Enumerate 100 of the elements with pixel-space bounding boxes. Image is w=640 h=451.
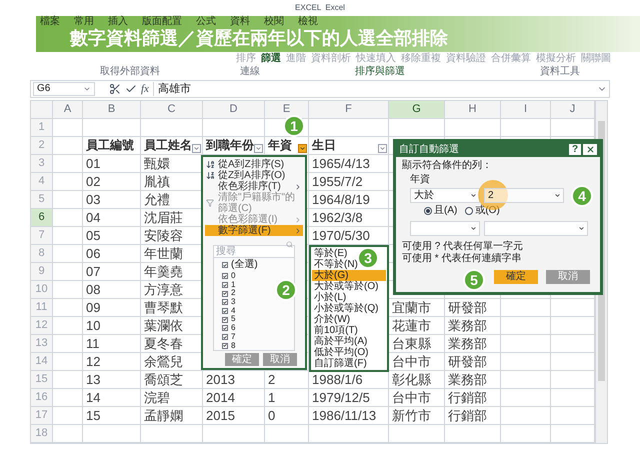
submenu-item[interactable]: 低於平均(O) <box>312 347 370 358</box>
ribbon-command[interactable]: 模擬分析 <box>536 53 576 65</box>
field-label: 年資 <box>409 174 431 186</box>
ribbon-command[interactable]: 排序 <box>236 53 256 65</box>
table-cell: 孟靜嫻 <box>144 407 183 424</box>
ribbon-group-label: 取得外部資料 <box>99 66 161 78</box>
hint-text: 可使用 * 代表任何連續字串 <box>402 253 522 265</box>
menu-button[interactable]: 取消 <box>263 353 297 366</box>
formula-field[interactable]: 高雄市 <box>152 82 607 96</box>
filter-dropdown-button[interactable] <box>378 144 387 153</box>
table-cell: 胤禛 <box>144 173 170 190</box>
dialog-button[interactable]: 取消 <box>546 270 590 284</box>
enter-icon[interactable] <box>125 83 137 95</box>
column-header[interactable]: B <box>83 101 141 118</box>
ribbon-command[interactable]: 合併彙算 <box>491 53 531 65</box>
submenu-item[interactable]: 前10項(T) <box>312 325 360 336</box>
value-checkbox[interactable]: 7 <box>222 332 236 342</box>
help-button[interactable]: ? <box>569 144 581 155</box>
insert-function-button[interactable]: fx <box>141 80 149 98</box>
ribbon-tab[interactable]: 校閱 <box>264 16 284 28</box>
dialog-button[interactable]: 確定 <box>494 270 538 284</box>
filter-dropdown-button[interactable] <box>254 144 263 153</box>
ribbon-tab[interactable]: 檢視 <box>298 16 318 28</box>
name-box[interactable]: G6 <box>33 82 95 96</box>
table-cell: 15 <box>86 407 100 424</box>
value-checkbox[interactable]: 2 <box>222 289 236 298</box>
dialog-prompt: 顯示符合條件的列： <box>402 160 493 172</box>
submenu-item[interactable]: 小於或等於(Q) <box>312 303 380 314</box>
menu-item[interactable]: 從A到Z排序(S) <box>205 159 303 170</box>
submenu-item[interactable]: 等於(E) <box>312 248 350 259</box>
ribbon-tab[interactable]: 版面配置 <box>142 16 182 28</box>
submenu-item[interactable]: 大於或等於(O) <box>312 281 380 292</box>
search-icon <box>286 241 293 248</box>
table-cell: 允禮 <box>144 191 170 208</box>
table-cell: 方淳意 <box>144 281 183 298</box>
menu-button[interactable]: 確定 <box>225 353 259 366</box>
value-checkbox[interactable]: 4 <box>222 306 236 316</box>
column-header[interactable]: A <box>53 101 83 118</box>
value-checkbox[interactable]: 0 <box>222 272 236 281</box>
value-checkbox[interactable]: 3 <box>222 298 236 307</box>
ribbon-command[interactable]: 移除重複 <box>401 53 441 65</box>
table-cell: 1962/3/8 <box>312 209 363 226</box>
table-cell: 2014 <box>206 389 235 406</box>
filter-dropdown-button[interactable] <box>192 144 201 153</box>
search-field[interactable]: 搜尋 <box>213 245 295 258</box>
submenu-item[interactable]: 不等於(N) <box>312 259 360 270</box>
ribbon-command[interactable]: 資料驗證 <box>446 53 486 65</box>
ribbon-tab[interactable]: 檔案 <box>40 16 60 28</box>
table-cell: 1970/5/30 <box>312 227 370 244</box>
table-cell: 行銷部 <box>448 407 487 424</box>
ribbon-tab[interactable]: 插入 <box>108 16 128 28</box>
ribbon-tab[interactable]: 公式 <box>196 16 216 28</box>
submenu-item[interactable]: 小於(L) <box>312 292 348 303</box>
ribbon-tab[interactable]: 資料 <box>230 16 250 28</box>
value-checkbox[interactable]: 5 <box>222 315 236 324</box>
cancel-icon[interactable] <box>109 83 121 95</box>
table-cell: 1979/12/5 <box>312 389 370 406</box>
value-checkbox[interactable]: 8 <box>222 342 236 350</box>
logic-radio[interactable]: 且(A) <box>424 205 458 217</box>
ribbon-command[interactable]: 快速填入 <box>356 53 396 65</box>
menu-item[interactable]: 依色彩排序(T) <box>205 181 303 192</box>
checkmark-icon <box>223 262 227 268</box>
submenu-item[interactable]: 介於(W) <box>312 314 352 325</box>
table-cell: 10 <box>86 317 100 334</box>
column-header[interactable]: G <box>389 101 445 118</box>
table-cell: 1964/8/19 <box>312 191 370 208</box>
column-header[interactable]: I <box>501 101 551 118</box>
row-number[interactable]: 6 <box>31 209 53 226</box>
table-cell: 0 <box>268 407 276 424</box>
table-cell: 台中市 <box>392 389 431 406</box>
operator-select[interactable]: 大於 <box>410 188 480 203</box>
table-cell: 葉瀾依 <box>144 317 183 334</box>
menu-item[interactable]: 從Z到A排序(O) <box>205 170 303 181</box>
value-select[interactable]: 2 <box>484 188 564 203</box>
column-heading: 年資 <box>268 137 292 154</box>
table-cell: 11 <box>86 335 100 352</box>
ribbon-tab[interactable]: 常用 <box>74 16 94 28</box>
ribbon-command[interactable]: 篩選 <box>261 53 281 65</box>
submenu-item[interactable]: 高於平均(A) <box>312 336 370 347</box>
value-checkbox[interactable]: 6 <box>222 324 236 333</box>
column-header[interactable]: C <box>141 101 203 118</box>
ribbon-command[interactable]: 關聯圖 <box>581 53 611 65</box>
table-cell: 04 <box>86 209 100 226</box>
menu-item[interactable]: 數字篩選(F) <box>205 225 303 236</box>
close-button[interactable] <box>583 144 597 155</box>
caret-icon <box>299 145 306 152</box>
table-cell: 06 <box>86 245 100 262</box>
value-checkbox[interactable]: (全選) <box>222 259 258 271</box>
filter-dropdown-button[interactable] <box>298 144 307 153</box>
table-cell: 彰化縣 <box>392 371 431 388</box>
ribbon-command[interactable]: 資料剖析 <box>311 53 351 65</box>
column-header[interactable]: H <box>445 101 501 118</box>
table-cell: 1965/4/13 <box>312 155 370 172</box>
table-cell: 1 <box>268 389 276 406</box>
ribbon-command[interactable]: 進階 <box>286 53 306 65</box>
value-checkbox[interactable]: 1 <box>222 280 236 290</box>
submenu-item[interactable]: 自訂篩選(F) <box>312 358 369 369</box>
column-header[interactable]: D <box>203 101 265 118</box>
table-cell: 行銷部 <box>448 389 487 406</box>
submenu-item[interactable]: 大於(G) <box>312 270 386 281</box>
